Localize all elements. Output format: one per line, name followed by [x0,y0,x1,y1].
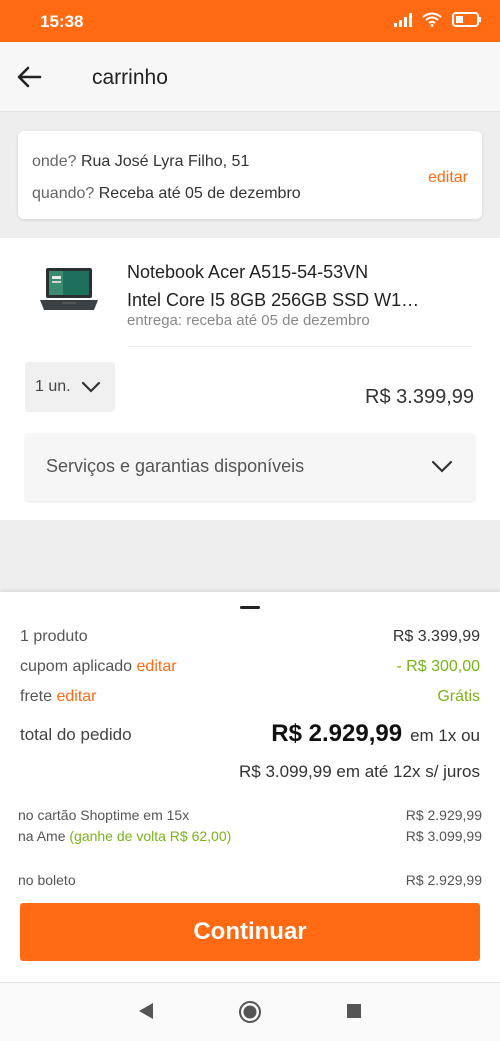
card-payment-row: no cartão Shoptime em 15x R$ 2.929,99 [18,807,482,823]
product-delivery-text: entrega: receba até 05 de dezembro [127,312,370,329]
products-value: R$ 3.399,99 [392,628,480,645]
edit-coupon-link[interactable]: editar [137,658,177,675]
product-name[interactable]: Notebook Acer A515-54-53VN Intel Core I5… [127,258,467,314]
nav-back-icon[interactable] [137,1001,155,1021]
shipping-label-group: frete editar [20,688,97,706]
product-item: Notebook Acer A515-54-53VN Intel Core I5… [0,238,500,520]
card-value: R$ 2.929,99 [405,807,482,823]
product-price: R$ 3.399,99 [365,386,474,408]
when-label: quando? [32,185,95,202]
ame-value: R$ 3.099,99 [405,828,482,844]
continue-button[interactable]: Continuar [20,903,480,961]
chevron-down-icon [431,460,453,473]
products-label: 1 produto [20,628,88,645]
shipping-label: frete [20,688,53,705]
when-value: Receba até 05 de dezembro [98,185,301,202]
total-suffix: em 1x ou [410,726,480,745]
sheet-drag-handle[interactable] [240,606,260,609]
boleto-value: R$ 2.929,99 [405,872,482,888]
boleto-payment-row: no boleto R$ 2.929,99 [18,872,482,888]
summary-products-row: 1 produto R$ 3.399,99 [20,628,480,646]
ame-payment-row: na Ame (ganhe de volta R$ 62,00) R$ 3.09… [18,828,482,844]
app-bar: carrinho [0,42,500,112]
card-label: no cartão Shoptime em 15x [18,807,190,823]
total-value-group: R$ 2.929,99 em 1x ou [271,720,480,748]
order-summary-sheet: 1 produto R$ 3.399,99 cupom aplicado edi… [0,592,500,982]
page-title: carrinho [92,66,168,89]
address-value: Rua José Lyra Filho, 51 [80,153,250,170]
nav-recents-icon[interactable] [346,1003,362,1019]
ame-label: na Ame [18,828,66,844]
product-name-line2: Intel Core I5 8GB 256GB SSD W1… [127,290,420,310]
total-label: total do pedido [20,725,132,744]
boleto-label: no boleto [18,872,76,888]
delivery-address-row: onde? Rua José Lyra Filho, 51 [32,153,249,171]
nav-home-icon[interactable] [238,1000,262,1024]
product-image[interactable] [38,266,100,314]
status-time: 15:38 [40,12,84,31]
signal-icon [394,12,412,27]
quantity-select[interactable]: 1 un. [25,362,115,412]
total-value: R$ 2.929,99 [271,720,403,747]
status-icons [394,12,482,27]
where-label: onde? [32,153,77,170]
shipping-value: Grátis [437,688,480,705]
delivery-date-row: quando? Receba até 05 de dezembro [32,185,301,203]
edit-delivery-link[interactable]: editar [428,169,468,187]
product-name-line1: Notebook Acer A515-54-53VN [127,262,369,282]
wifi-icon [422,12,442,27]
coupon-label-group: cupom aplicado editar [20,658,177,676]
services-label: Serviços e garantias disponíveis [46,456,305,476]
divider [127,346,473,347]
arrow-left-icon[interactable] [14,62,44,92]
edit-shipping-link[interactable]: editar [56,688,96,705]
summary-coupon-row: cupom aplicado editar - R$ 300,00 [20,658,480,676]
battery-icon [452,12,481,27]
services-dropdown[interactable]: Serviços e garantias disponíveis [25,433,475,501]
summary-shipping-row: frete editar Grátis [20,688,480,706]
ame-label-group: na Ame (ganhe de volta R$ 62,00) [18,828,231,844]
ame-cashback: (ganhe de volta R$ 62,00) [69,828,232,844]
coupon-value: - R$ 300,00 [396,658,480,675]
delivery-card: onde? Rua José Lyra Filho, 51 quando? Re… [18,131,482,219]
quantity-value: 1 un. [35,378,71,395]
status-bar: 15:38 [0,0,500,42]
installments-text: R$ 3.099,99 em até 12x s/ juros [239,762,480,781]
chevron-down-icon [81,381,100,393]
system-nav-bar [0,982,500,1041]
coupon-label: cupom aplicado [20,658,133,675]
